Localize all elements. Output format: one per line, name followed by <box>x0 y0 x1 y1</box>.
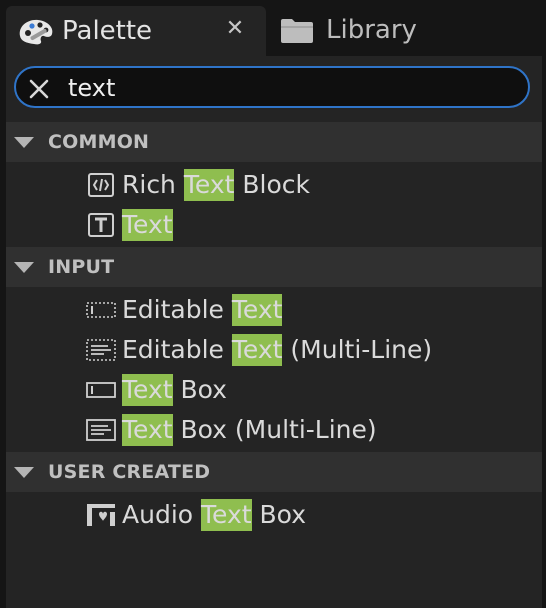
search-match: Text <box>201 499 252 531</box>
category-common[interactable]: COMMON <box>6 122 542 162</box>
list-item-rich-text-block[interactable]: Rich Text Block <box>86 167 310 203</box>
text-box-multiline-icon <box>86 419 116 441</box>
search-value[interactable]: text <box>68 73 115 103</box>
rich-text-icon <box>88 173 114 197</box>
search-match: Text <box>122 414 173 446</box>
tab-palette[interactable]: Palette ✕ <box>6 6 266 56</box>
category-input[interactable]: INPUT <box>6 247 542 287</box>
text-icon <box>88 213 114 237</box>
collapse-triangle-icon[interactable] <box>14 137 34 148</box>
editable-text-multiline-icon <box>86 339 116 361</box>
category-user-created[interactable]: USER CREATED <box>6 452 542 492</box>
editable-text-icon <box>86 302 116 318</box>
item-label-post: Block <box>234 170 310 199</box>
text-box-icon <box>86 382 116 398</box>
list-item-audio-text-box[interactable]: Audio Text Box <box>86 497 306 533</box>
list-item-text[interactable]: Text <box>86 207 173 243</box>
item-label-pre: Editable <box>122 335 232 364</box>
item-label-post: Box <box>172 375 227 404</box>
item-label-pre: Audio <box>122 500 202 529</box>
collapse-triangle-icon[interactable] <box>14 467 34 478</box>
item-label-post: Box <box>251 500 306 529</box>
audio-text-box-icon <box>87 504 115 526</box>
category-label: COMMON <box>48 131 150 153</box>
item-label-pre: Rich <box>122 170 184 199</box>
category-label: INPUT <box>48 256 115 278</box>
tab-palette-label: Palette <box>62 16 153 46</box>
list-item-editable-text[interactable]: Editable Text <box>86 292 283 328</box>
category-label: USER CREATED <box>48 461 211 483</box>
search-match: Text <box>122 209 173 241</box>
list-item-text-box-multiline[interactable]: Text Box (Multi-Line) <box>86 412 377 448</box>
folder-icon <box>281 19 313 43</box>
tab-bar: Palette ✕ Library <box>0 0 546 56</box>
list-item-editable-text-multiline[interactable]: Editable Text (Multi-Line) <box>86 332 432 368</box>
collapse-triangle-icon[interactable] <box>14 262 34 273</box>
search-match: Text <box>231 334 283 366</box>
search-match: Text <box>231 294 283 326</box>
palette-icon <box>19 19 53 45</box>
tab-library-label: Library <box>326 15 417 45</box>
item-label-post: Box (Multi-Line) <box>172 415 377 444</box>
item-label-post: (Multi-Line) <box>282 335 433 364</box>
search-input[interactable]: text <box>14 66 530 108</box>
close-icon[interactable]: ✕ <box>220 14 250 44</box>
clear-search-icon[interactable] <box>28 78 50 100</box>
search-match: Text <box>183 169 235 201</box>
item-label-pre: Editable <box>122 295 232 324</box>
search-match: Text <box>122 374 173 406</box>
tab-library[interactable]: Library <box>270 6 470 54</box>
list-item-text-box[interactable]: Text Box <box>86 372 227 408</box>
